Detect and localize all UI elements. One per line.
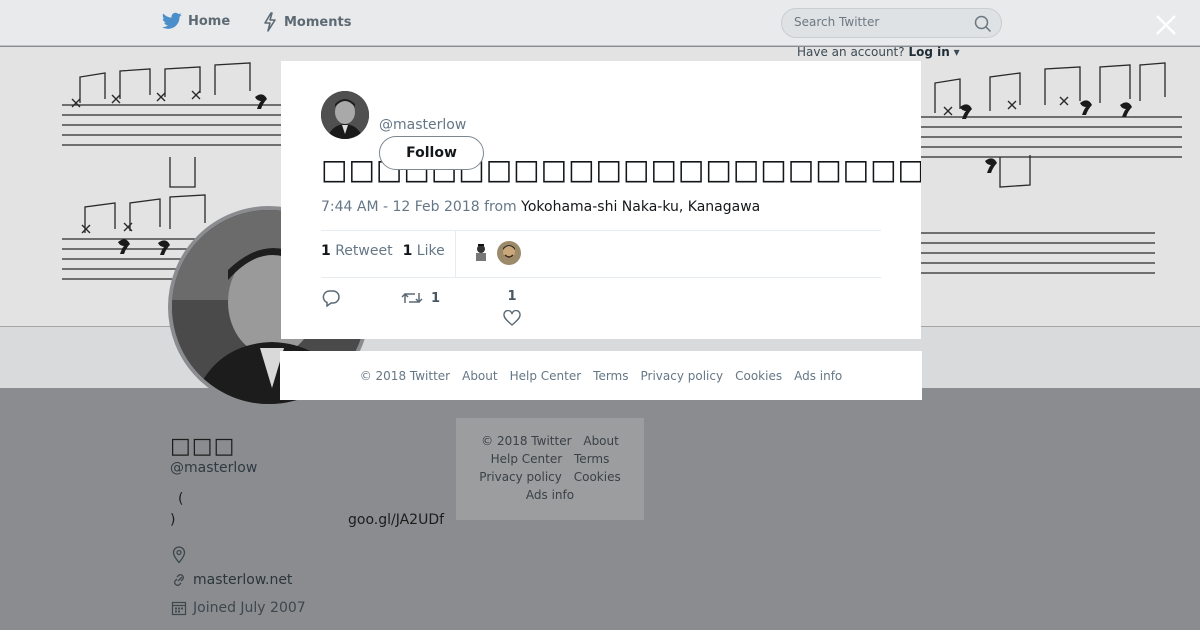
nav-home-label: Home bbox=[188, 13, 231, 29]
like-stat-label: Like bbox=[416, 243, 445, 259]
side-footer-about[interactable]: About bbox=[583, 434, 618, 448]
nav-moments-link[interactable]: Moments bbox=[262, 12, 351, 32]
side-footer-copyright: © 2018 Twitter bbox=[481, 434, 572, 448]
heart-icon bbox=[503, 310, 521, 326]
follow-button[interactable]: Follow bbox=[379, 136, 484, 170]
stats-separator bbox=[455, 231, 456, 277]
calendar-icon bbox=[171, 601, 187, 616]
footer-cookies[interactable]: Cookies bbox=[735, 369, 782, 383]
tweet-modal: @masterlow □□□□□□□□□□□□□□□□□□□□□□□□□□□□□… bbox=[281, 61, 921, 339]
have-account-text: Have an account? bbox=[797, 45, 905, 59]
tweet-from-word: from bbox=[484, 199, 517, 215]
bio-text-line2: ) bbox=[170, 512, 176, 528]
tweet-author-portrait bbox=[321, 91, 369, 139]
profile-joined-label: Joined July 2007 bbox=[193, 600, 306, 616]
top-navigation-bar: Home Moments bbox=[0, 0, 1200, 46]
tweet-stats: 1 Retweet 1 Like bbox=[321, 243, 445, 259]
retweet-stat[interactable]: 1 Retweet bbox=[321, 243, 393, 259]
tweet-location[interactable]: Yokohama-shi Naka-ku, Kanagawa bbox=[521, 199, 760, 215]
tweet-timestamp[interactable]: 7:44 AM - 12 Feb 2018 bbox=[321, 199, 480, 215]
profile-website-label[interactable]: masterlow.net bbox=[193, 572, 292, 588]
footer-privacy[interactable]: Privacy policy bbox=[641, 369, 724, 383]
profile-handle: @masterlow bbox=[170, 460, 258, 476]
tweet-metadata: 7:44 AM - 12 Feb 2018 from Yokohama-shi … bbox=[321, 199, 760, 215]
like-stat[interactable]: 1 Like bbox=[403, 243, 445, 259]
profile-website[interactable]: masterlow.net bbox=[171, 572, 292, 588]
search-icon[interactable] bbox=[974, 15, 992, 33]
twitter-bird-icon bbox=[162, 12, 182, 29]
footer-help-center[interactable]: Help Center bbox=[510, 369, 582, 383]
link-icon bbox=[174, 574, 184, 586]
moments-bolt-icon bbox=[264, 12, 276, 32]
like-action-count: 1 bbox=[507, 289, 517, 304]
bio-link[interactable]: goo.gl/JA2UDf bbox=[348, 512, 444, 528]
retweet-icon bbox=[401, 292, 423, 304]
like-button[interactable]: 1 bbox=[503, 289, 521, 326]
like-stat-count: 1 bbox=[402, 243, 413, 259]
search-input[interactable] bbox=[794, 15, 964, 29]
tweet-author-handle[interactable]: @masterlow bbox=[379, 117, 466, 133]
retweet-stat-label: Retweet bbox=[335, 243, 393, 259]
stats-divider-bottom bbox=[321, 277, 881, 278]
footer-terms[interactable]: Terms bbox=[593, 369, 628, 383]
retweet-stat-count: 1 bbox=[321, 243, 331, 259]
footer-ads-info[interactable]: Ads info bbox=[794, 369, 842, 383]
liker-avatar-image bbox=[469, 241, 493, 265]
liker-avatar[interactable] bbox=[497, 241, 521, 265]
nav-home-link[interactable]: Home bbox=[162, 12, 230, 30]
stats-divider-top bbox=[321, 230, 881, 231]
profile-location bbox=[171, 546, 187, 564]
tweet-author-avatar[interactable] bbox=[321, 91, 369, 139]
sidebar-footer: © 2018 Twitter About Help Center Terms P… bbox=[456, 418, 644, 520]
login-dropdown-arrow[interactable]: ▾ bbox=[954, 45, 960, 59]
location-pin-icon bbox=[172, 546, 186, 564]
bio-text-line1: ( bbox=[178, 491, 184, 507]
footer-about[interactable]: About bbox=[462, 369, 497, 383]
side-footer-ads[interactable]: Ads info bbox=[526, 488, 574, 502]
side-footer-privacy[interactable]: Privacy policy bbox=[479, 470, 562, 484]
modal-footer: © 2018 Twitter About Help Center Terms P… bbox=[280, 351, 922, 400]
side-footer-cookies[interactable]: Cookies bbox=[574, 470, 621, 484]
side-footer-help[interactable]: Help Center bbox=[491, 452, 563, 466]
nav-moments-label: Moments bbox=[284, 14, 352, 30]
retweet-button[interactable]: 1 bbox=[401, 289, 440, 307]
login-prompt: Have an account? Log in ▾ bbox=[797, 45, 960, 59]
liker-avatar-image bbox=[497, 241, 521, 265]
search-box[interactable] bbox=[781, 8, 1002, 38]
retweet-action-count: 1 bbox=[431, 290, 441, 306]
footer-copyright: © 2018 Twitter bbox=[359, 368, 451, 383]
profile-joined: Joined July 2007 bbox=[171, 600, 306, 616]
login-link[interactable]: Log in bbox=[908, 45, 949, 59]
close-icon[interactable] bbox=[1153, 12, 1179, 38]
reply-icon bbox=[322, 290, 340, 307]
liker-avatar[interactable] bbox=[469, 241, 493, 265]
reply-button[interactable] bbox=[321, 289, 341, 307]
side-footer-terms[interactable]: Terms bbox=[574, 452, 609, 466]
profile-name: □□□ bbox=[170, 434, 236, 459]
